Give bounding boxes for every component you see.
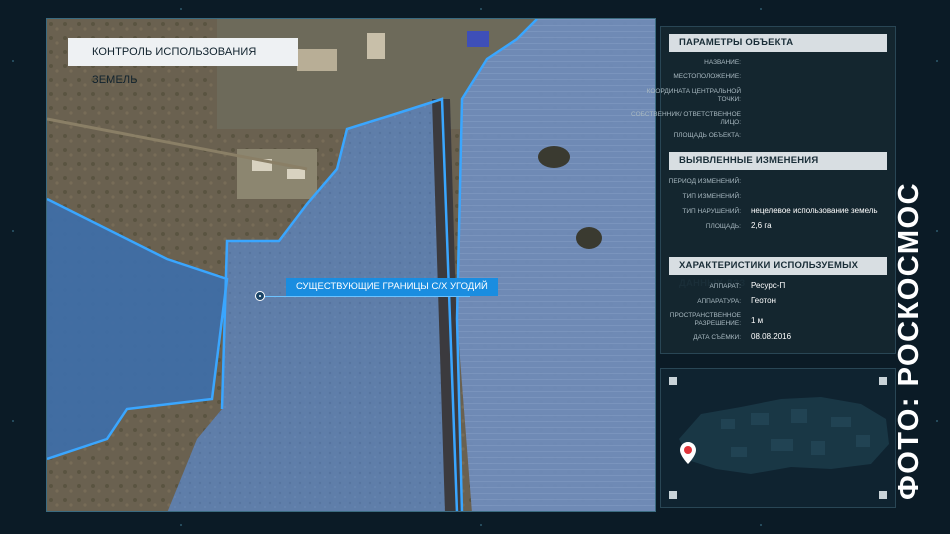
rs-data-heading: ХАРАКТЕРИСТИКИ ИСПОЛЬЗУЕМЫХ ДАННЫХ ДЗЗ — [669, 257, 887, 289]
rs-label: АППАРАТУРА: — [697, 298, 741, 305]
rs-value: 1 м — [751, 316, 764, 325]
minimap-corner — [879, 491, 887, 499]
param-label: СОБСТВЕННИК/ ОТВЕТСТВЕННОЕ ЛИЦО: — [631, 111, 741, 126]
rs-value: 08.08.2016 — [751, 332, 792, 341]
changes-heading: ВЫЯВЛЕННЫЕ ИЗМЕНЕНИЯ — [669, 152, 887, 170]
change-label: ПЛОЩАДЬ: — [705, 223, 741, 230]
change-value: 2,6 га — [751, 221, 772, 230]
satellite-imagery — [47, 19, 655, 511]
object-params-heading: ПАРАМЕТРЫ ОБЪЕКТА — [669, 34, 887, 52]
param-label: ПЛОЩАДЬ ОБЪЕКТА: — [673, 132, 741, 139]
target-dot-icon[interactable] — [255, 291, 265, 301]
change-value: нецелевое использование земель — [751, 206, 878, 215]
change-label: ТИП НАРУШЕНИЙ: — [682, 208, 741, 215]
russia-overview-map — [661, 369, 895, 507]
overview-minimap[interactable] — [660, 368, 896, 508]
rs-label: АППАРАТ: — [709, 283, 741, 290]
map-title: КОНТРОЛЬ ИСПОЛЬЗОВАНИЯ ЗЕМЕЛЬ — [68, 38, 298, 86]
change-label: ПЕРИОД ИЗМЕНЕНИЙ: — [668, 178, 741, 185]
photo-credit-watermark: ФОТО: РОСКОСМОС — [893, 181, 925, 500]
rs-label: ПРОСТРАНСТВЕННОЕ РАЗРЕШЕНИЕ: — [669, 312, 741, 327]
param-label: НАЗВАНИЕ: — [704, 59, 741, 66]
boundary-callout-label: СУЩЕСТВУЮЩИЕ ГРАНИЦЫ С/Х УГОДИЙ — [286, 278, 498, 296]
param-label: КООРДИНАТА ЦЕНТРАЛЬНОЙ ТОЧКИ: — [646, 88, 741, 103]
object-info-panel: ПАРАМЕТРЫ ОБЪЕКТА НАЗВАНИЕ: МЕСТОПОЛОЖЕН… — [631, 26, 896, 354]
param-label: МЕСТОПОЛОЖЕНИЕ: — [673, 73, 741, 80]
callout-leader-line — [262, 296, 470, 297]
change-label: ТИП ИЗМЕНЕНИЙ: — [682, 193, 741, 200]
rs-value: Геотон — [751, 296, 776, 305]
minimap-corner — [669, 491, 677, 499]
minimap-corner — [669, 377, 677, 385]
map-pin-icon[interactable] — [679, 441, 697, 465]
rs-label: ДАТА СЪЁМКИ: — [693, 334, 741, 341]
minimap-corner — [879, 377, 887, 385]
rs-value: Ресурс-П — [751, 281, 786, 290]
